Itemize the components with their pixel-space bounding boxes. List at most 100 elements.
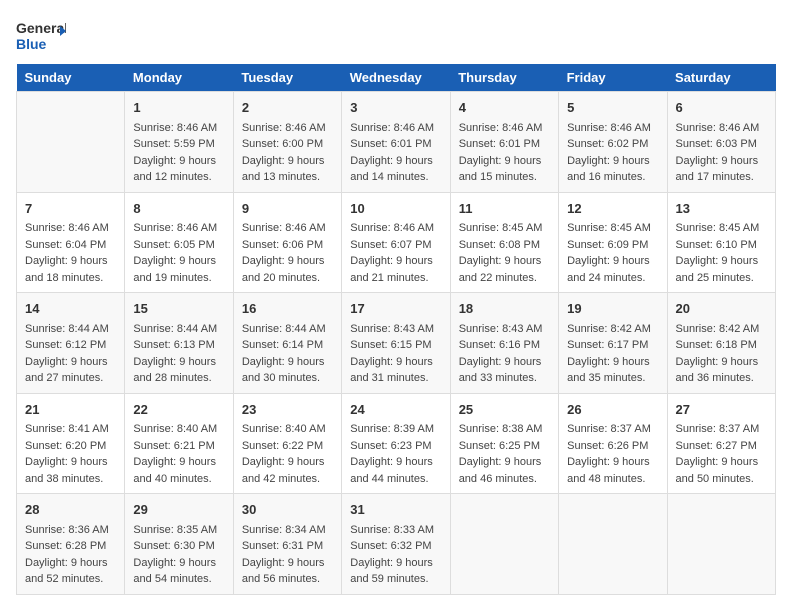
calendar-day-cell: [17, 92, 125, 193]
day-info: Sunrise: 8:38 AMSunset: 6:25 PMDaylight:…: [459, 421, 550, 487]
day-info: Sunrise: 8:33 AMSunset: 6:32 PMDaylight:…: [350, 522, 441, 588]
day-number: 5: [567, 98, 658, 118]
day-number: 7: [25, 199, 116, 219]
calendar-day-cell: 7Sunrise: 8:46 AMSunset: 6:04 PMDaylight…: [17, 192, 125, 293]
day-number: 31: [350, 500, 441, 520]
day-number: 2: [242, 98, 333, 118]
calendar-day-cell: 13Sunrise: 8:45 AMSunset: 6:10 PMDayligh…: [667, 192, 775, 293]
day-info: Sunrise: 8:44 AMSunset: 6:12 PMDaylight:…: [25, 321, 116, 387]
day-info: Sunrise: 8:46 AMSunset: 6:07 PMDaylight:…: [350, 220, 441, 286]
calendar-day-cell: 22Sunrise: 8:40 AMSunset: 6:21 PMDayligh…: [125, 393, 233, 494]
calendar-day-cell: 30Sunrise: 8:34 AMSunset: 6:31 PMDayligh…: [233, 494, 341, 595]
calendar-week-row: 1Sunrise: 8:46 AMSunset: 5:59 PMDaylight…: [17, 92, 776, 193]
day-info: Sunrise: 8:46 AMSunset: 6:05 PMDaylight:…: [133, 220, 224, 286]
day-info: Sunrise: 8:42 AMSunset: 6:18 PMDaylight:…: [676, 321, 767, 387]
calendar-day-cell: [450, 494, 558, 595]
day-number: 17: [350, 299, 441, 319]
day-info: Sunrise: 8:46 AMSunset: 6:06 PMDaylight:…: [242, 220, 333, 286]
page-header: GeneralBlue: [16, 16, 776, 56]
logo-svg: GeneralBlue: [16, 16, 66, 56]
calendar-week-row: 14Sunrise: 8:44 AMSunset: 6:12 PMDayligh…: [17, 293, 776, 394]
calendar-week-row: 28Sunrise: 8:36 AMSunset: 6:28 PMDayligh…: [17, 494, 776, 595]
day-number: 14: [25, 299, 116, 319]
day-number: 12: [567, 199, 658, 219]
day-number: 6: [676, 98, 767, 118]
calendar-day-cell: 3Sunrise: 8:46 AMSunset: 6:01 PMDaylight…: [342, 92, 450, 193]
day-info: Sunrise: 8:45 AMSunset: 6:08 PMDaylight:…: [459, 220, 550, 286]
day-number: 9: [242, 199, 333, 219]
day-number: 8: [133, 199, 224, 219]
day-number: 29: [133, 500, 224, 520]
day-number: 15: [133, 299, 224, 319]
calendar-day-cell: 4Sunrise: 8:46 AMSunset: 6:01 PMDaylight…: [450, 92, 558, 193]
calendar-day-cell: 9Sunrise: 8:46 AMSunset: 6:06 PMDaylight…: [233, 192, 341, 293]
calendar-day-cell: 21Sunrise: 8:41 AMSunset: 6:20 PMDayligh…: [17, 393, 125, 494]
day-info: Sunrise: 8:45 AMSunset: 6:10 PMDaylight:…: [676, 220, 767, 286]
calendar-day-cell: 25Sunrise: 8:38 AMSunset: 6:25 PMDayligh…: [450, 393, 558, 494]
calendar-day-cell: 16Sunrise: 8:44 AMSunset: 6:14 PMDayligh…: [233, 293, 341, 394]
day-number: 25: [459, 400, 550, 420]
day-info: Sunrise: 8:44 AMSunset: 6:13 PMDaylight:…: [133, 321, 224, 387]
day-info: Sunrise: 8:35 AMSunset: 6:30 PMDaylight:…: [133, 522, 224, 588]
calendar-day-cell: [559, 494, 667, 595]
svg-text:Blue: Blue: [16, 36, 47, 52]
day-of-week-header: Friday: [559, 64, 667, 92]
day-of-week-header: Thursday: [450, 64, 558, 92]
day-number: 28: [25, 500, 116, 520]
day-info: Sunrise: 8:37 AMSunset: 6:27 PMDaylight:…: [676, 421, 767, 487]
calendar-day-cell: 18Sunrise: 8:43 AMSunset: 6:16 PMDayligh…: [450, 293, 558, 394]
day-info: Sunrise: 8:43 AMSunset: 6:16 PMDaylight:…: [459, 321, 550, 387]
day-of-week-header: Wednesday: [342, 64, 450, 92]
day-info: Sunrise: 8:45 AMSunset: 6:09 PMDaylight:…: [567, 220, 658, 286]
calendar-week-row: 21Sunrise: 8:41 AMSunset: 6:20 PMDayligh…: [17, 393, 776, 494]
calendar-header-row: SundayMondayTuesdayWednesdayThursdayFrid…: [17, 64, 776, 92]
day-number: 18: [459, 299, 550, 319]
day-info: Sunrise: 8:43 AMSunset: 6:15 PMDaylight:…: [350, 321, 441, 387]
calendar-day-cell: 20Sunrise: 8:42 AMSunset: 6:18 PMDayligh…: [667, 293, 775, 394]
day-number: 13: [676, 199, 767, 219]
day-info: Sunrise: 8:46 AMSunset: 6:03 PMDaylight:…: [676, 120, 767, 186]
day-info: Sunrise: 8:46 AMSunset: 6:02 PMDaylight:…: [567, 120, 658, 186]
day-number: 24: [350, 400, 441, 420]
calendar-day-cell: 31Sunrise: 8:33 AMSunset: 6:32 PMDayligh…: [342, 494, 450, 595]
day-number: 1: [133, 98, 224, 118]
calendar-day-cell: 8Sunrise: 8:46 AMSunset: 6:05 PMDaylight…: [125, 192, 233, 293]
calendar-day-cell: 10Sunrise: 8:46 AMSunset: 6:07 PMDayligh…: [342, 192, 450, 293]
day-info: Sunrise: 8:46 AMSunset: 5:59 PMDaylight:…: [133, 120, 224, 186]
day-info: Sunrise: 8:46 AMSunset: 6:04 PMDaylight:…: [25, 220, 116, 286]
calendar-day-cell: 14Sunrise: 8:44 AMSunset: 6:12 PMDayligh…: [17, 293, 125, 394]
calendar-day-cell: 5Sunrise: 8:46 AMSunset: 6:02 PMDaylight…: [559, 92, 667, 193]
day-number: 10: [350, 199, 441, 219]
calendar-day-cell: 24Sunrise: 8:39 AMSunset: 6:23 PMDayligh…: [342, 393, 450, 494]
calendar-day-cell: 6Sunrise: 8:46 AMSunset: 6:03 PMDaylight…: [667, 92, 775, 193]
day-number: 27: [676, 400, 767, 420]
day-info: Sunrise: 8:46 AMSunset: 6:01 PMDaylight:…: [350, 120, 441, 186]
day-info: Sunrise: 8:46 AMSunset: 6:00 PMDaylight:…: [242, 120, 333, 186]
day-info: Sunrise: 8:34 AMSunset: 6:31 PMDaylight:…: [242, 522, 333, 588]
day-number: 26: [567, 400, 658, 420]
day-number: 23: [242, 400, 333, 420]
logo: GeneralBlue: [16, 16, 66, 56]
day-number: 3: [350, 98, 441, 118]
calendar-day-cell: 2Sunrise: 8:46 AMSunset: 6:00 PMDaylight…: [233, 92, 341, 193]
day-info: Sunrise: 8:36 AMSunset: 6:28 PMDaylight:…: [25, 522, 116, 588]
calendar-day-cell: 11Sunrise: 8:45 AMSunset: 6:08 PMDayligh…: [450, 192, 558, 293]
calendar-day-cell: [667, 494, 775, 595]
day-info: Sunrise: 8:40 AMSunset: 6:22 PMDaylight:…: [242, 421, 333, 487]
day-info: Sunrise: 8:44 AMSunset: 6:14 PMDaylight:…: [242, 321, 333, 387]
day-of-week-header: Saturday: [667, 64, 775, 92]
calendar-day-cell: 15Sunrise: 8:44 AMSunset: 6:13 PMDayligh…: [125, 293, 233, 394]
day-info: Sunrise: 8:41 AMSunset: 6:20 PMDaylight:…: [25, 421, 116, 487]
calendar-table: SundayMondayTuesdayWednesdayThursdayFrid…: [16, 64, 776, 595]
calendar-week-row: 7Sunrise: 8:46 AMSunset: 6:04 PMDaylight…: [17, 192, 776, 293]
day-number: 21: [25, 400, 116, 420]
calendar-day-cell: 29Sunrise: 8:35 AMSunset: 6:30 PMDayligh…: [125, 494, 233, 595]
day-of-week-header: Sunday: [17, 64, 125, 92]
calendar-day-cell: 12Sunrise: 8:45 AMSunset: 6:09 PMDayligh…: [559, 192, 667, 293]
calendar-day-cell: 17Sunrise: 8:43 AMSunset: 6:15 PMDayligh…: [342, 293, 450, 394]
day-info: Sunrise: 8:46 AMSunset: 6:01 PMDaylight:…: [459, 120, 550, 186]
calendar-day-cell: 28Sunrise: 8:36 AMSunset: 6:28 PMDayligh…: [17, 494, 125, 595]
day-number: 11: [459, 199, 550, 219]
day-info: Sunrise: 8:37 AMSunset: 6:26 PMDaylight:…: [567, 421, 658, 487]
calendar-day-cell: 19Sunrise: 8:42 AMSunset: 6:17 PMDayligh…: [559, 293, 667, 394]
